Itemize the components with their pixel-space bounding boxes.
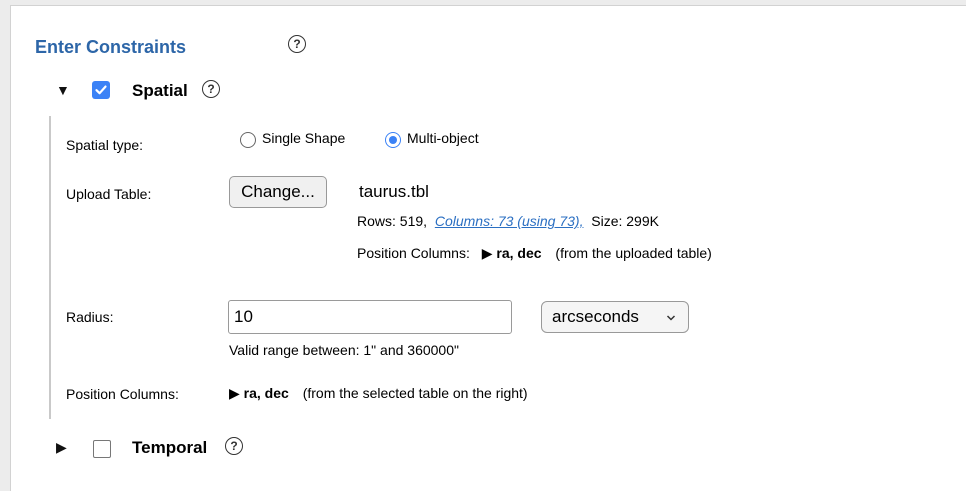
radius-hint: Valid range between: 1" and 360000" [229, 342, 459, 358]
temporal-help-icon[interactable]: ? [225, 437, 243, 455]
uploaded-pos-note: (from the uploaded table) [555, 245, 712, 261]
expand-triangle-right-icon[interactable]: ▶ [56, 439, 67, 456]
multi-object-label[interactable]: Multi-object [407, 130, 479, 146]
uploaded-pos-label: Position Columns: [357, 245, 470, 261]
uploaded-pos-value[interactable]: ra, dec [496, 245, 541, 261]
table-info: Rows: 519, Columns: 73 (using 73), Size:… [357, 213, 659, 229]
size-text: Size: 299K [591, 213, 659, 229]
position-columns-value[interactable]: ra, dec [244, 385, 289, 401]
change-file-button[interactable]: Change... [229, 176, 327, 208]
expand-triangle-right-icon[interactable]: ▶ [229, 385, 240, 401]
file-name: taurus.tbl [359, 182, 429, 201]
columns-link[interactable]: Columns: 73 (using 73), [435, 213, 584, 229]
rows-text: Rows: 519, [357, 213, 428, 229]
radius-input[interactable]: 10 [228, 300, 512, 334]
multi-object-radio[interactable] [385, 132, 401, 148]
spatial-help-icon[interactable]: ? [202, 80, 220, 98]
radius-unit-value: arcseconds [552, 307, 639, 326]
temporal-label: Temporal [132, 438, 208, 457]
constraints-title: Enter Constraints [35, 37, 187, 57]
expand-triangle-down-icon[interactable]: ▼ [56, 82, 70, 98]
temporal-checkbox[interactable] [93, 440, 111, 458]
constraints-help-icon[interactable]: ? [288, 35, 306, 53]
constraints-panel: Enter Constraints ? ▼ Spatial ? Spatial … [10, 5, 966, 491]
expand-triangle-right-icon[interactable]: ▶ [482, 245, 493, 261]
section-divider [49, 116, 51, 419]
chevron-down-icon [666, 315, 676, 321]
radius-unit-select[interactable]: arcseconds [541, 301, 689, 333]
position-columns-label: Position Columns: [66, 386, 179, 402]
spatial-type-label: Spatial type: [66, 137, 144, 153]
position-columns-note: (from the selected table on the right) [302, 385, 528, 401]
uploaded-position-columns: Position Columns: ▶ ra, dec (from the up… [357, 245, 712, 262]
single-shape-radio[interactable] [240, 132, 256, 148]
spatial-label: Spatial [132, 81, 188, 100]
check-icon [95, 85, 107, 95]
spatial-checkbox[interactable] [92, 81, 110, 99]
single-shape-label[interactable]: Single Shape [262, 130, 345, 146]
upload-table-label: Upload Table: [66, 186, 152, 202]
position-columns: ▶ ra, dec (from the selected table on th… [229, 385, 528, 402]
radius-label: Radius: [66, 309, 114, 325]
